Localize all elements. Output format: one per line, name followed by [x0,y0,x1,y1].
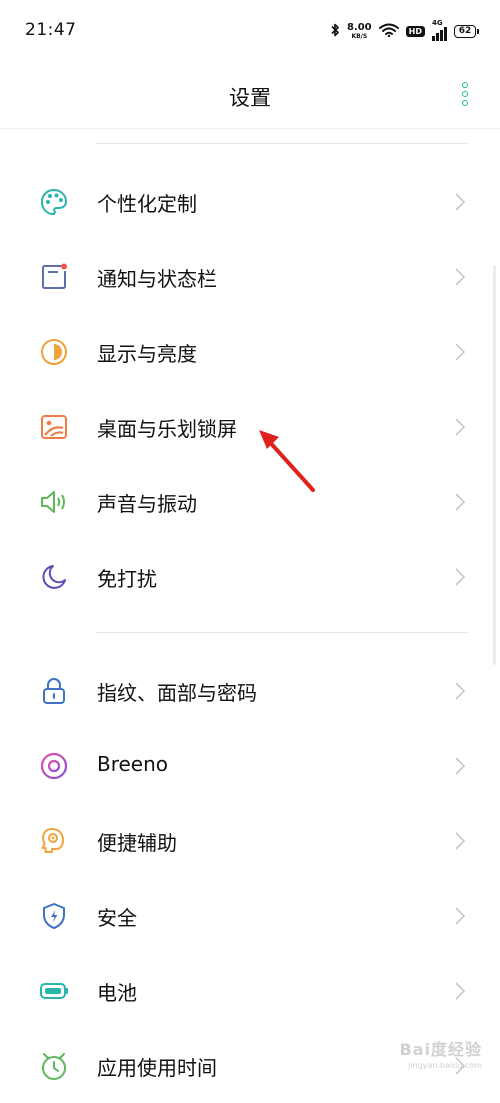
chevron-right-icon [453,492,467,512]
group-divider [95,143,468,144]
chevron-right-icon [453,756,467,776]
chevron-right-icon [453,831,467,851]
chevron-right-icon [453,267,467,287]
hd-badge: HD [405,25,425,37]
settings-item-label: 显示与亮度 [97,342,197,366]
status-bar: 21:47 8.00 KB/S HD 4G 62 [0,0,500,60]
settings-item-display[interactable]: 显示与亮度 [0,314,500,389]
bluetooth-icon [330,22,340,41]
assist-icon [39,826,69,856]
settings-item-label: 安全 [97,906,137,930]
settings-item-notifications[interactable]: 通知与状态栏 [0,239,500,314]
wallpaper-icon [39,412,69,442]
app-timer-icon [39,1051,69,1081]
lock-icon [39,676,69,706]
watermark-logo: Bai度经验 [399,1040,482,1059]
settings-item-label: 应用使用时间 [97,1056,217,1080]
shield-icon [39,901,69,931]
network-speed: 8.00 KB/S [346,21,372,40]
brightness-icon [39,337,69,367]
settings-item-label: Breeno [97,752,169,776]
notification-icon [39,262,69,292]
settings-item-breeno[interactable]: Breeno [0,728,500,803]
header: 设置 [0,60,500,128]
chevron-right-icon [453,906,467,926]
settings-item-fingerprint-face-password[interactable]: 指纹、面部与密码 [0,653,500,728]
settings-item-home-lockscreen[interactable]: 桌面与乐划锁屏 [0,389,500,464]
status-time: 21:47 [25,20,77,40]
network-speed-value: 8.00 [346,21,372,33]
network-type: 4G [432,19,443,27]
chevron-right-icon [453,417,467,437]
settings-item-do-not-disturb[interactable]: 免打扰 [0,539,500,614]
battery-icon [39,976,69,1006]
moon-icon [39,562,69,592]
network-speed-unit: KB/S [351,32,368,40]
group-divider [95,632,468,633]
scrollbar[interactable] [493,265,496,665]
settings-item-label: 通知与状态栏 [97,267,217,291]
battery-status: 62 [454,24,479,38]
settings-item-label: 指纹、面部与密码 [97,681,257,705]
header-divider [0,128,500,129]
chevron-right-icon [453,681,467,701]
cellular-signal-icon: 4G [432,19,447,41]
settings-item-label: 声音与振动 [97,492,197,516]
chevron-right-icon [453,981,467,1001]
chevron-right-icon [453,192,467,212]
breeno-icon [39,751,69,781]
settings-item-label: 电池 [97,981,137,1005]
settings-item-label: 免打扰 [97,567,157,591]
settings-item-sound[interactable]: 声音与振动 [0,464,500,539]
settings-item-label: 桌面与乐划锁屏 [97,417,237,441]
settings-item-convenience[interactable]: 便捷辅助 [0,803,500,878]
settings-item-label: 便捷辅助 [97,831,177,855]
annotation-arrow [259,430,315,492]
settings-item-personalization[interactable]: 个性化定制 [0,164,500,239]
status-icons: 8.00 KB/S HD 4G 62 [330,19,479,43]
settings-item-security[interactable]: 安全 [0,878,500,953]
watermark-url: jingyan.baidu.com [408,1061,482,1070]
settings-item-label: 个性化定制 [97,192,197,216]
more-dot [462,100,468,106]
settings-item-battery[interactable]: 电池 [0,953,500,1028]
more-dot [462,91,468,97]
wifi-icon [378,22,399,41]
chevron-right-icon [453,567,467,587]
palette-icon [39,187,69,217]
speaker-icon [39,487,69,517]
chevron-right-icon [453,342,467,362]
more-options-button[interactable] [460,82,470,106]
watermark: Bai度经验 jingyan.baidu.com [400,1036,482,1070]
page-title: 设置 [229,86,271,110]
more-dot [462,82,468,88]
